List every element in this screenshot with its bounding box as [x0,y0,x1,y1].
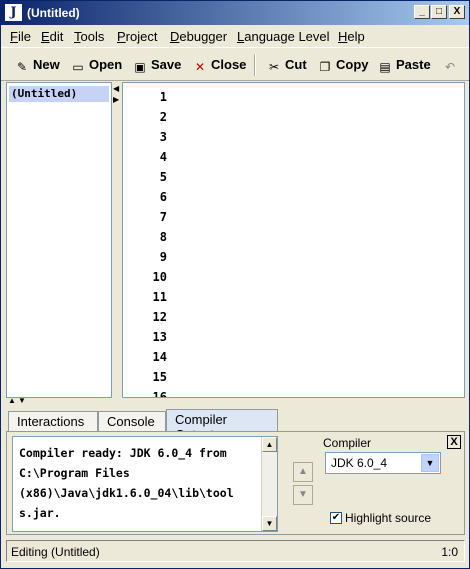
line-number: 9 [159,250,167,264]
line-number-gutter: 1 2 3 4 5 6 7 8 9 10 11 12 13 14 15 16 [123,83,171,397]
menu-language-level[interactable]: Language Level [237,29,330,44]
menu-help[interactable]: Help [338,29,365,44]
previous-error-button[interactable]: ▲ [293,462,313,482]
close-button[interactable]: ✕ Close [193,57,246,75]
undo-icon: ↶ [444,60,456,74]
scissors-icon: ✂ [268,60,280,74]
menu-bar: File Edit Tools Project Debugger Languag… [1,25,469,47]
line-number: 11 [152,290,167,304]
status-bar: Editing (Untitled) 1:0 [6,540,465,562]
vertical-splitter[interactable]: ◀ ▶ [112,82,122,398]
app-window: J (Untitled) _ □ X File Edit Tools Proje… [0,0,470,569]
expand-down-icon[interactable]: ▼ [18,396,26,405]
next-error-button[interactable]: ▼ [293,485,313,505]
close-panel-button[interactable]: X [447,435,461,449]
collapse-up-icon[interactable]: ▲ [8,396,16,405]
compiler-output-text: Compiler ready: JDK 6.0_4 from C:\Progra… [19,446,234,520]
save-disk-icon: ▣ [134,60,146,74]
save-button[interactable]: ▣ Save [133,57,181,75]
save-label: Save [151,57,182,72]
status-text: Editing (Untitled) [11,545,100,559]
bottom-tabs: Interactions Console Compiler Output [6,409,465,442]
expand-right-icon[interactable]: ▶ [113,95,119,104]
line-number: 13 [152,330,167,344]
line-number: 14 [152,350,167,364]
horizontal-splitter[interactable]: ▲ ▼ [6,396,465,407]
new-button[interactable]: ✎ New [15,57,60,75]
copy-label: Copy [336,57,369,72]
tab-compiler-output[interactable]: Compiler Output [166,409,278,442]
menu-project[interactable]: Project [117,29,157,44]
menu-debugger[interactable]: Debugger [170,29,227,44]
collapse-left-icon[interactable]: ◀ [113,84,119,93]
line-number: 3 [159,130,167,144]
menu-tools[interactable]: Tools [74,29,104,44]
undo-button[interactable]: ↶ [443,57,461,75]
open-button[interactable]: ▭ Open [71,57,122,75]
line-number: 15 [152,370,167,384]
highlight-source-label: Highlight source [345,511,432,525]
line-number: 6 [159,190,167,204]
toolbar: ✎ New ▭ Open ▣ Save ✕ Close ✂ Cut ❐ Copy ▤ Past… [1,47,469,81]
close-window-button[interactable]: X [449,5,465,19]
maximize-button[interactable]: □ [431,5,447,19]
cursor-position: 1:0 [441,545,458,559]
menu-edit[interactable]: Edit [41,29,63,44]
line-number: 16 [152,390,167,398]
highlight-source-checkbox[interactable]: ✔ [330,512,342,524]
code-editor[interactable]: 1 2 3 4 5 6 7 8 9 10 11 12 13 14 15 16 [122,82,465,398]
cut-button[interactable]: ✂ Cut [267,57,307,75]
window-title: (Untitled) [27,6,80,20]
compiler-output-text-area[interactable]: Compiler ready: JDK 6.0_4 from C:\Progra… [12,436,278,532]
scroll-down-icon[interactable]: ▼ [262,516,277,531]
line-number: 2 [159,110,167,124]
open-label: Open [89,57,123,72]
compiler-selected-value: JDK 6.0_4 [331,456,388,470]
menu-file[interactable]: File [10,29,31,44]
minimize-button[interactable]: _ [414,5,430,19]
toolbar-separator [254,54,256,76]
close-document-icon: ✕ [194,60,206,74]
chevron-down-icon[interactable]: ▼ [421,454,439,472]
title-bar[interactable]: J (Untitled) _ □ X [1,1,469,25]
close-label: Close [211,57,247,72]
document-item-untitled[interactable]: (Untitled) [9,86,109,102]
line-number: 8 [159,230,167,244]
copy-button[interactable]: ❐ Copy [318,57,369,75]
compiler-output-panel: Compiler ready: JDK 6.0_4 from C:\Progra… [6,431,465,535]
line-number: 1 [159,90,167,104]
output-scrollbar[interactable]: ▲ ▼ [261,437,277,531]
paste-button[interactable]: ▤ Paste [378,57,431,75]
line-number: 5 [159,170,167,184]
compiler-select[interactable]: JDK 6.0_4 ▼ [325,452,441,474]
line-number: 12 [152,310,167,324]
copy-icon: ❐ [319,60,331,74]
compiler-label: Compiler [323,436,372,450]
line-number: 4 [159,150,167,164]
tab-console[interactable]: Console [98,411,166,431]
scroll-up-icon[interactable]: ▲ [262,437,277,452]
document-list[interactable]: (Untitled) [6,82,112,398]
paste-label: Paste [396,57,431,72]
line-number: 10 [152,270,167,284]
line-number: 7 [159,210,167,224]
new-document-icon: ✎ [16,60,28,74]
cut-label: Cut [285,57,307,72]
java-app-icon: J [5,4,22,21]
tab-interactions[interactable]: Interactions [8,411,98,431]
new-label: New [33,57,60,72]
open-folder-icon: ▭ [72,60,84,74]
paste-clipboard-icon: ▤ [379,60,391,74]
